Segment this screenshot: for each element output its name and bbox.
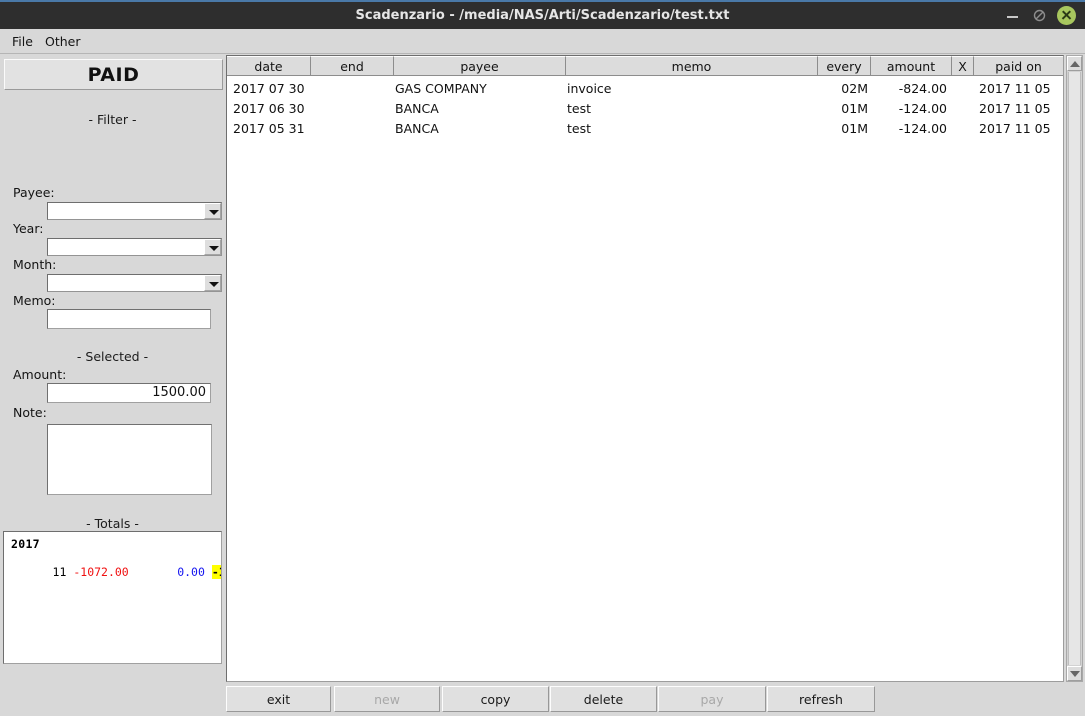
pay-button[interactable]: pay <box>658 686 766 712</box>
year-select[interactable] <box>47 238 222 256</box>
totals-positive: 0.00 <box>177 565 205 579</box>
year-label: Year: <box>13 221 44 236</box>
refresh-button[interactable]: refresh <box>767 686 875 712</box>
totals-negative: -1072.00 <box>73 565 129 579</box>
memo-label: Memo: <box>13 293 56 308</box>
note-textarea[interactable] <box>47 424 212 495</box>
table-row[interactable]: 2017 06 30 BANCA test 01M -124.00 2017 1… <box>227 99 1063 119</box>
close-icon[interactable] <box>1057 6 1077 26</box>
cell-paid-on: 2017 11 05 <box>979 81 1051 96</box>
column-header-date[interactable]: date <box>227 56 311 76</box>
cell-end <box>323 99 393 119</box>
cell-paid-on: 2017 11 05 <box>979 101 1051 116</box>
cell-date: 2017 07 30 <box>233 81 305 96</box>
cell-amount: -124.00 <box>898 101 947 116</box>
amount-label: Amount: <box>13 367 67 382</box>
menu-item-file[interactable]: File <box>5 29 40 54</box>
cell-date: 2017 06 30 <box>233 101 305 116</box>
filter-section-heading: - Filter - <box>88 112 137 127</box>
column-header-paid-on[interactable]: paid on <box>974 56 1063 76</box>
vertical-scrollbar[interactable] <box>1066 55 1083 682</box>
month-label: Month: <box>13 257 57 272</box>
table-row[interactable]: 2017 07 30 GAS COMPANY invoice 02M -824.… <box>227 79 1063 99</box>
menu-item-other[interactable]: Other <box>38 29 88 54</box>
cell-x <box>952 79 974 99</box>
totals-total: -1072.00 <box>211 565 221 579</box>
copy-button[interactable]: copy <box>442 686 549 712</box>
note-label: Note: <box>13 405 47 420</box>
new-button[interactable]: new <box>334 686 440 712</box>
scrollbar-track[interactable] <box>1068 72 1081 665</box>
table-header-row: date end payee memo every amount X paid … <box>227 56 1063 76</box>
exit-button[interactable]: exit <box>226 686 331 712</box>
action-button-bar: exit new copy delete pay refresh <box>226 686 1084 714</box>
amount-input[interactable]: 1500.00 <box>47 383 211 403</box>
chevron-down-icon[interactable] <box>204 239 221 255</box>
month-select[interactable] <box>47 274 222 292</box>
cell-end <box>323 119 393 139</box>
payee-label: Payee: <box>13 185 55 200</box>
scroll-down-arrow-icon[interactable] <box>1067 666 1082 681</box>
cell-end <box>323 79 393 99</box>
memo-input[interactable] <box>47 309 211 329</box>
chevron-down-icon[interactable] <box>204 203 221 219</box>
window-title: Scadenzario - /media/NAS/Arti/Scadenzari… <box>355 8 730 23</box>
column-header-payee[interactable]: payee <box>394 56 566 76</box>
cell-date: 2017 05 31 <box>233 121 305 136</box>
totals-row: 11 -1072.00 0.00 -1072.00 <box>11 551 221 593</box>
cell-memo: test <box>567 101 592 116</box>
column-header-amount[interactable]: amount <box>871 56 952 76</box>
cell-every: 02M <box>841 81 868 96</box>
mode-toggle-paid-button[interactable]: PAID <box>4 59 223 90</box>
payee-select[interactable] <box>47 202 222 220</box>
title-bar: Scadenzario - /media/NAS/Arti/Scadenzari… <box>0 0 1085 29</box>
cell-every: 01M <box>841 121 868 136</box>
column-header-every[interactable]: every <box>818 56 871 76</box>
scroll-up-arrow-icon[interactable] <box>1067 56 1082 71</box>
minimize-icon[interactable] <box>1003 6 1023 26</box>
maximize-icon[interactable] <box>1029 6 1049 26</box>
cell-x <box>952 119 974 139</box>
totals-panel: 2017 11 -1072.00 0.00 -1072.00 <box>3 531 222 664</box>
cell-every: 01M <box>841 101 868 116</box>
column-header-x[interactable]: X <box>952 56 974 76</box>
delete-button[interactable]: delete <box>550 686 657 712</box>
column-header-end[interactable]: end <box>311 56 394 76</box>
selected-section-heading: - Selected - <box>76 349 149 364</box>
records-table: date end payee memo every amount X paid … <box>226 55 1064 682</box>
totals-section-heading: - Totals - <box>86 516 139 531</box>
cell-memo: test <box>567 121 592 136</box>
cell-paid-on: 2017 11 05 <box>979 121 1051 136</box>
cell-memo: invoice <box>567 81 612 96</box>
column-header-memo[interactable]: memo <box>566 56 818 76</box>
cell-payee: BANCA <box>395 121 439 136</box>
cell-amount: -124.00 <box>898 121 947 136</box>
table-row[interactable]: 2017 05 31 BANCA test 01M -124.00 2017 1… <box>227 119 1063 139</box>
sidebar: PAID - Filter - Payee: Year: Month: Memo… <box>0 54 225 716</box>
totals-year: 2017 <box>11 537 40 551</box>
totals-month: 11 <box>52 565 67 579</box>
cell-x <box>952 99 974 119</box>
chevron-down-icon[interactable] <box>204 275 221 291</box>
cell-payee: BANCA <box>395 101 439 116</box>
cell-payee: GAS COMPANY <box>395 81 487 96</box>
cell-amount: -824.00 <box>898 81 947 96</box>
menu-bar: File Other <box>0 29 1085 54</box>
